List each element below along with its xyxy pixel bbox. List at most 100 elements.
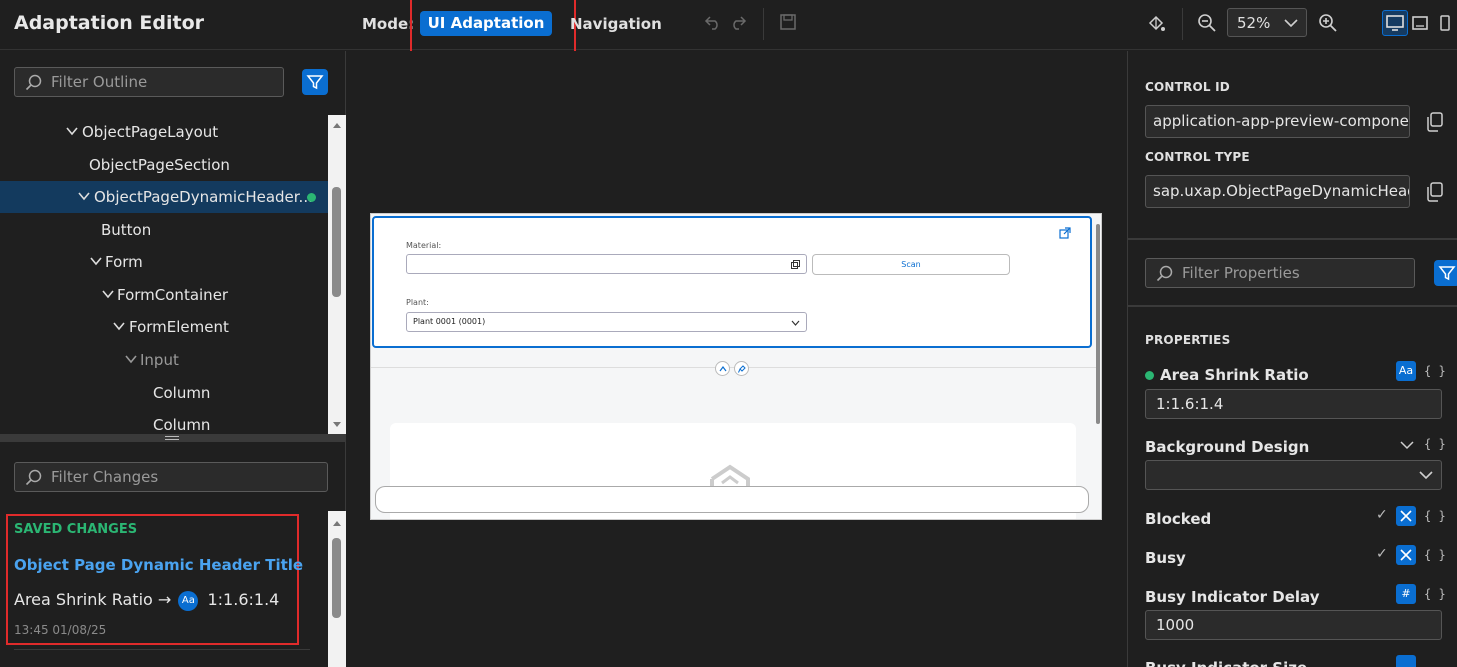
tree-item-label: ObjectPageLayout (82, 123, 219, 141)
search-icon (25, 469, 42, 486)
filter-outline-search[interactable] (14, 67, 284, 97)
search-icon (25, 74, 42, 91)
filter-icon (306, 75, 324, 90)
dynamic-header-title-selected[interactable]: Material: Scan Plant: Plant 0001 (0001) (372, 216, 1092, 348)
chevron-down-icon (78, 192, 90, 201)
changes-scrollbar[interactable] (328, 511, 346, 667)
navigation-mode-button[interactable]: Navigation (570, 15, 662, 33)
outline-scrollbar[interactable] (328, 115, 346, 435)
section-divider (1128, 238, 1457, 240)
tablet-icon[interactable] (1412, 13, 1428, 38)
panel-splitter[interactable] (0, 434, 346, 442)
number-type-icon[interactable]: # (1396, 584, 1416, 604)
section-divider (1128, 305, 1457, 307)
tree-item-label: Button (101, 221, 152, 239)
preview-scroll-thumb[interactable] (1096, 224, 1100, 424)
filter-outline-input[interactable] (51, 71, 266, 93)
filter-properties-input[interactable] (1182, 262, 1397, 284)
material-label: Material: (406, 241, 442, 250)
checkmark-icon[interactable]: ✓ (1376, 507, 1388, 523)
external-link-icon[interactable] (1059, 227, 1071, 239)
plant-select[interactable]: Plant 0001 (0001) (406, 312, 807, 332)
zoom-out-icon[interactable] (1197, 13, 1217, 38)
binding-braces-icon[interactable]: { } (1424, 548, 1446, 562)
binding-braces-icon[interactable]: { } (1424, 437, 1446, 451)
busy-indicator-delay-input[interactable]: 1000 (1145, 610, 1442, 640)
checkmark-icon[interactable]: ✓ (1376, 546, 1388, 562)
tree-item-selected[interactable]: ObjectPageDynamicHeader... (0, 181, 328, 213)
chevron-down-icon (66, 127, 78, 136)
desktop-device-button[interactable] (1382, 10, 1408, 36)
change-timestamp: 13:45 01/08/25 (14, 623, 107, 637)
tree-item-label: ObjectPageDynamicHeader... (94, 188, 313, 206)
undo-icon[interactable] (704, 13, 722, 36)
tree-item[interactable]: ObjectPageSection (0, 149, 328, 181)
tree-item[interactable]: FormContainer (0, 279, 328, 311)
binding-braces-icon[interactable]: { } (1424, 587, 1446, 601)
plant-label: Plant: (406, 298, 429, 307)
change-control-link[interactable]: Object Page Dynamic Header Title (14, 556, 303, 574)
control-id-field[interactable]: application-app-preview-compone... (1145, 105, 1410, 138)
control-type-field[interactable]: sap.uxap.ObjectPageDynamicHeade... (1145, 175, 1410, 208)
type-badge-icon[interactable] (1396, 655, 1416, 667)
collapse-header-button[interactable] (715, 361, 730, 376)
pin-header-button[interactable] (734, 361, 749, 376)
tree-item-label: ObjectPageSection (89, 156, 230, 174)
filter-changes-search[interactable] (14, 462, 328, 492)
zoom-value: 52% (1237, 14, 1271, 32)
control-type-label: CONTROL TYPE (1145, 150, 1250, 164)
value-help-icon[interactable] (791, 260, 800, 269)
tree-item[interactable]: ObjectPageLayout (0, 116, 328, 148)
phone-icon[interactable] (1439, 13, 1451, 38)
false-toggle-icon[interactable] (1396, 545, 1416, 565)
redo-icon[interactable] (729, 13, 747, 36)
zoom-select[interactable]: 52% (1227, 8, 1307, 37)
background-design-select[interactable] (1145, 460, 1442, 490)
copy-icon[interactable] (1426, 182, 1444, 202)
mode-highlight-box (410, 0, 576, 55)
copy-icon[interactable] (1426, 112, 1444, 132)
area-shrink-ratio-input[interactable]: 1:1.6:1.4 (1145, 389, 1442, 419)
chevron-down-icon[interactable] (1400, 440, 1414, 450)
change-property: Area Shrink Ratio (14, 590, 153, 609)
string-type-icon[interactable]: Aa (1396, 361, 1416, 381)
outline-panel: ObjectPageLayout ObjectPageSection Objec… (0, 51, 346, 667)
binding-braces-icon[interactable]: { } (1424, 509, 1446, 523)
changes-scroll-thumb[interactable] (332, 538, 341, 618)
filter-properties-search[interactable] (1145, 258, 1415, 288)
chevron-down-icon (791, 320, 800, 326)
tree-item[interactable]: Column (0, 377, 328, 409)
tree-item[interactable]: FormElement (0, 311, 328, 343)
tree-item-label: Column (153, 384, 211, 402)
change-value: 1:1.6:1.4 (207, 590, 280, 609)
tree-item[interactable]: Column (0, 409, 328, 435)
busy-label: Busy (1145, 549, 1186, 567)
area-shrink-ratio-label: Area Shrink Ratio (1160, 366, 1309, 384)
string-type-icon: Aa (178, 590, 199, 611)
save-icon[interactable] (779, 13, 797, 36)
scan-button[interactable]: Scan (812, 254, 1010, 275)
control-id-label: CONTROL ID (1145, 80, 1230, 94)
chevron-up-icon (719, 366, 727, 372)
blocked-label: Blocked (1145, 510, 1212, 528)
chevron-up-icon (333, 123, 341, 128)
outline-filter-button[interactable] (302, 69, 328, 95)
binding-braces-icon[interactable]: { } (1424, 364, 1446, 378)
chevron-down-icon (90, 257, 102, 266)
material-input[interactable] (406, 254, 807, 274)
chevron-down-icon (1419, 471, 1433, 480)
chevron-down-icon (125, 355, 137, 364)
app-preview[interactable]: Material: Scan Plant: Plant 0001 (0001) (370, 213, 1102, 520)
tree-item[interactable]: Form (0, 246, 328, 278)
busy-indicator-size-label: Busy Indicator Size (1145, 659, 1307, 667)
theme-icon[interactable] (1146, 13, 1166, 38)
zoom-in-icon[interactable] (1318, 13, 1338, 38)
adaptation-editor-app: Adaptation Editor Mode: UI Adaptation Na… (0, 0, 1457, 667)
tree-item[interactable]: Input (0, 344, 328, 376)
toolbar-separator (763, 8, 764, 40)
properties-filter-button[interactable] (1434, 260, 1457, 286)
tree-item[interactable]: Button (0, 214, 328, 246)
false-toggle-icon[interactable] (1396, 506, 1416, 526)
filter-changes-input[interactable] (51, 466, 301, 488)
outline-scroll-thumb[interactable] (332, 187, 341, 297)
